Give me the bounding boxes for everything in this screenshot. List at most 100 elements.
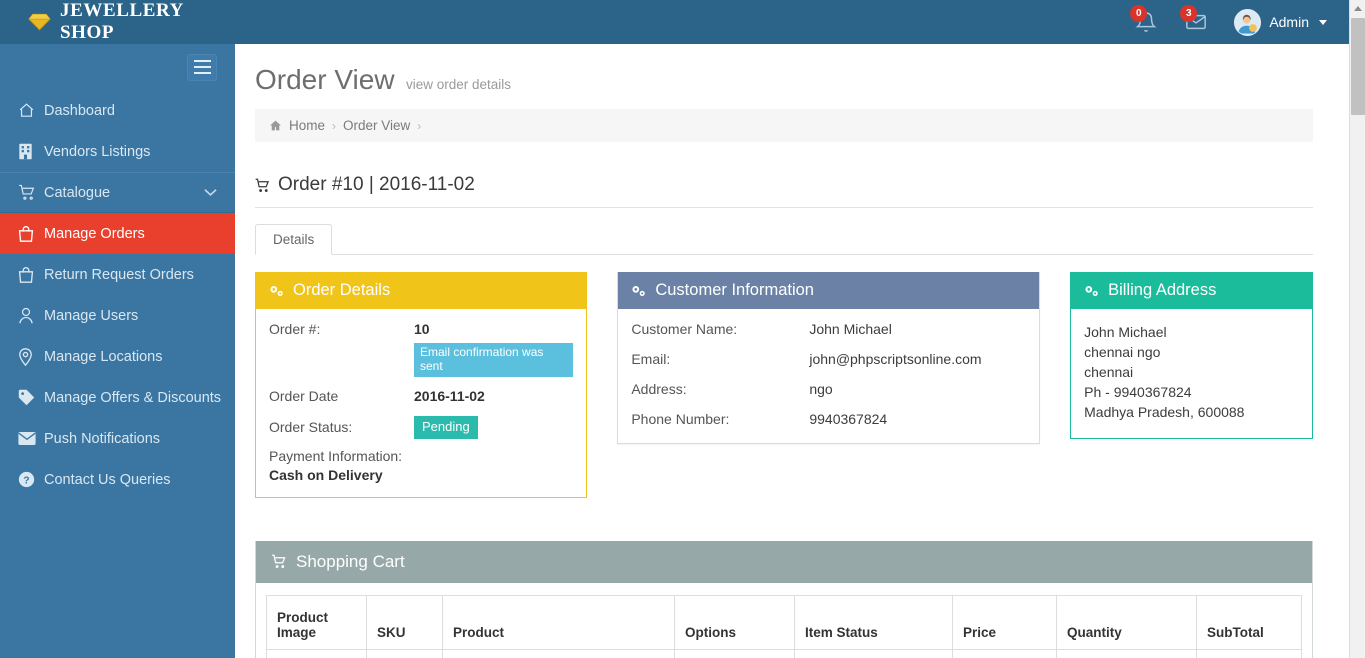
user-menu[interactable]: Admin [1224, 0, 1327, 44]
shopping-cart-title: Shopping Cart [296, 551, 405, 571]
order-number-label: Order #: [269, 321, 321, 337]
chevron-down-icon [204, 185, 217, 201]
sidebar-item-label: Catalogue [44, 184, 111, 201]
info-panels: Order Details Order #: 10 Email confirma… [255, 272, 1313, 498]
order-heading: Order #10 | 2016-11-02 [255, 174, 1313, 208]
sidebar-item-dashboard[interactable]: Dashboard [0, 90, 235, 131]
messages-button[interactable]: 3 [1174, 0, 1218, 44]
breadcrumb-item-home[interactable]: Home [289, 118, 325, 133]
column-header-product-image: Product Image [266, 594, 367, 650]
top-bar-actions: 0 3 Admin [1124, 0, 1349, 44]
svg-text:?: ? [23, 475, 29, 486]
sidebar-item-label: Manage Orders [44, 225, 145, 242]
breadcrumb: Home › Order View › [255, 109, 1313, 142]
sidebar-item-label: Return Request Orders [44, 266, 194, 283]
cell-product-image [266, 648, 367, 658]
order-date-row: Order Date 2016-11-02 [269, 388, 573, 404]
sidebar-item-manage-locations[interactable]: Manage Locations [0, 336, 235, 377]
chevron-down-icon [1319, 19, 1327, 25]
cart-icon [272, 554, 286, 568]
brand-name: JEWELLERY SHOP [59, 0, 184, 43]
customer-address-label: Address: [631, 381, 687, 397]
order-details-body: Order #: 10 Email confirmation was sent … [256, 309, 586, 497]
billing-address-title: Billing Address [1108, 281, 1217, 299]
sidebar-item-manage-orders[interactable]: Manage Orders [0, 213, 235, 254]
column-header-sku: SKU [366, 594, 443, 650]
tab-details[interactable]: Details [255, 224, 333, 255]
home-icon [18, 102, 44, 119]
order-heading-text: Order #10 | 2016-11-02 [278, 174, 475, 195]
hamburger-icon[interactable] [187, 53, 217, 81]
customer-information-title: Customer Information [655, 281, 814, 299]
customer-name-row: Customer Name: John Michael [631, 321, 1026, 337]
customer-email-value: john@phpscriptsonline.com [809, 351, 982, 367]
sidebar-item-manage-users[interactable]: Manage Users [0, 295, 235, 336]
payment-information-label: Payment Information: [269, 447, 403, 464]
customer-address-row: Address: ngo [631, 381, 1026, 397]
billing-address-line: Ph - 9940367824 [1084, 384, 1192, 400]
cell-subtotal: 2895/- [1196, 648, 1302, 658]
billing-address-line: John Michael [1084, 324, 1167, 340]
avatar [1234, 8, 1262, 36]
gears-icon [1085, 285, 1098, 296]
table-body: 35 fastrack mens watch Available 2895/- … [266, 648, 1302, 658]
notifications-button[interactable]: 0 [1124, 0, 1168, 44]
payment-information-value: Cash on Delivery [269, 466, 383, 483]
customer-address-value: ngo [809, 381, 833, 397]
sidebar-item-vendors-listings[interactable]: Vendors Listings [0, 131, 235, 172]
table-row: 35 fastrack mens watch Available 2895/- … [266, 648, 1302, 658]
breadcrumb-separator: › [332, 118, 337, 133]
billing-address-line: chennai ngo [1084, 344, 1161, 360]
main-content: Order View view order details Home › Ord… [235, 44, 1349, 658]
customer-phone-label: Phone Number: [631, 411, 730, 427]
billing-address-panel: Billing Address John Michael chennai ngo… [1070, 272, 1313, 439]
shopping-bag-icon [18, 266, 44, 284]
order-details-header: Order Details [256, 272, 587, 309]
column-header-product: Product [442, 594, 675, 650]
cell-sku: 35 [366, 648, 443, 658]
brand-logo[interactable]: JEWELLERY SHOP [0, 0, 235, 44]
user-name: Admin [1269, 14, 1309, 30]
billing-address-line: chennai [1084, 364, 1134, 380]
email-confirmation-badge: Email confirmation was sent [414, 343, 574, 377]
sidebar-item-return-request-orders[interactable]: Return Request Orders [0, 254, 235, 295]
top-bar: JEWELLERY SHOP 0 3 Admin [0, 0, 1349, 44]
billing-address-line: Madhya Pradesh, 600088 [1084, 404, 1245, 420]
cart-icon [18, 184, 44, 201]
tag-icon [18, 389, 44, 406]
order-date-label: Order Date [269, 387, 339, 404]
customer-information-header: Customer Information [618, 272, 1040, 309]
sidebar-item-label: Dashboard [44, 102, 115, 119]
customer-information-body: Customer Name: John Michael Email: john@… [618, 309, 1039, 443]
table-header: Product Image SKU Product Options Item S… [266, 594, 1302, 650]
sidebar-item-contact-us-queries[interactable]: ? Contact Us Queries [0, 459, 235, 500]
scrollbar-thumb[interactable] [1351, 18, 1365, 115]
customer-email-label: Email: [631, 351, 671, 367]
status-badge: Pending [414, 415, 478, 439]
order-details-panel: Order Details Order #: 10 Email confirma… [255, 272, 588, 498]
question-circle-icon: ? [18, 471, 44, 488]
order-details-title: Order Details [293, 281, 391, 299]
column-header-quantity: Quantity [1056, 594, 1197, 650]
customer-phone-value: 9940367824 [809, 411, 888, 427]
sidebar-item-push-notifications[interactable]: Push Notifications [0, 418, 235, 459]
gears-icon [270, 285, 283, 296]
customer-email-row: Email: john@phpscriptsonline.com [631, 351, 1026, 367]
column-header-item-status: Item Status [794, 594, 953, 650]
gears-icon [632, 285, 646, 296]
sidebar-menu: Dashboard Vendors Listings Catalogue Man… [0, 90, 235, 500]
order-number-value: 10 [414, 321, 430, 337]
sidebar-item-label: Contact Us Queries [44, 471, 171, 488]
page-title: Order View [255, 64, 395, 95]
scroll-up-button[interactable] [1350, 0, 1365, 17]
order-status-label: Order Status: [269, 419, 353, 436]
column-header-price: Price [952, 594, 1057, 650]
shopping-cart-body: Product Image SKU Product Options Item S… [256, 582, 1312, 658]
sidebar-item-catalogue[interactable]: Catalogue [0, 172, 235, 213]
sidebar-item-label: Push Notifications [44, 430, 161, 447]
page-scrollbar[interactable] [1349, 0, 1365, 658]
breadcrumb-item-order-view[interactable]: Order View [343, 118, 410, 133]
sidebar-item-manage-offers-discounts[interactable]: Manage Offers & Discounts [0, 377, 235, 418]
customer-name-value: John Michael [809, 321, 892, 337]
sidebar-item-label: Manage Locations [44, 348, 163, 365]
